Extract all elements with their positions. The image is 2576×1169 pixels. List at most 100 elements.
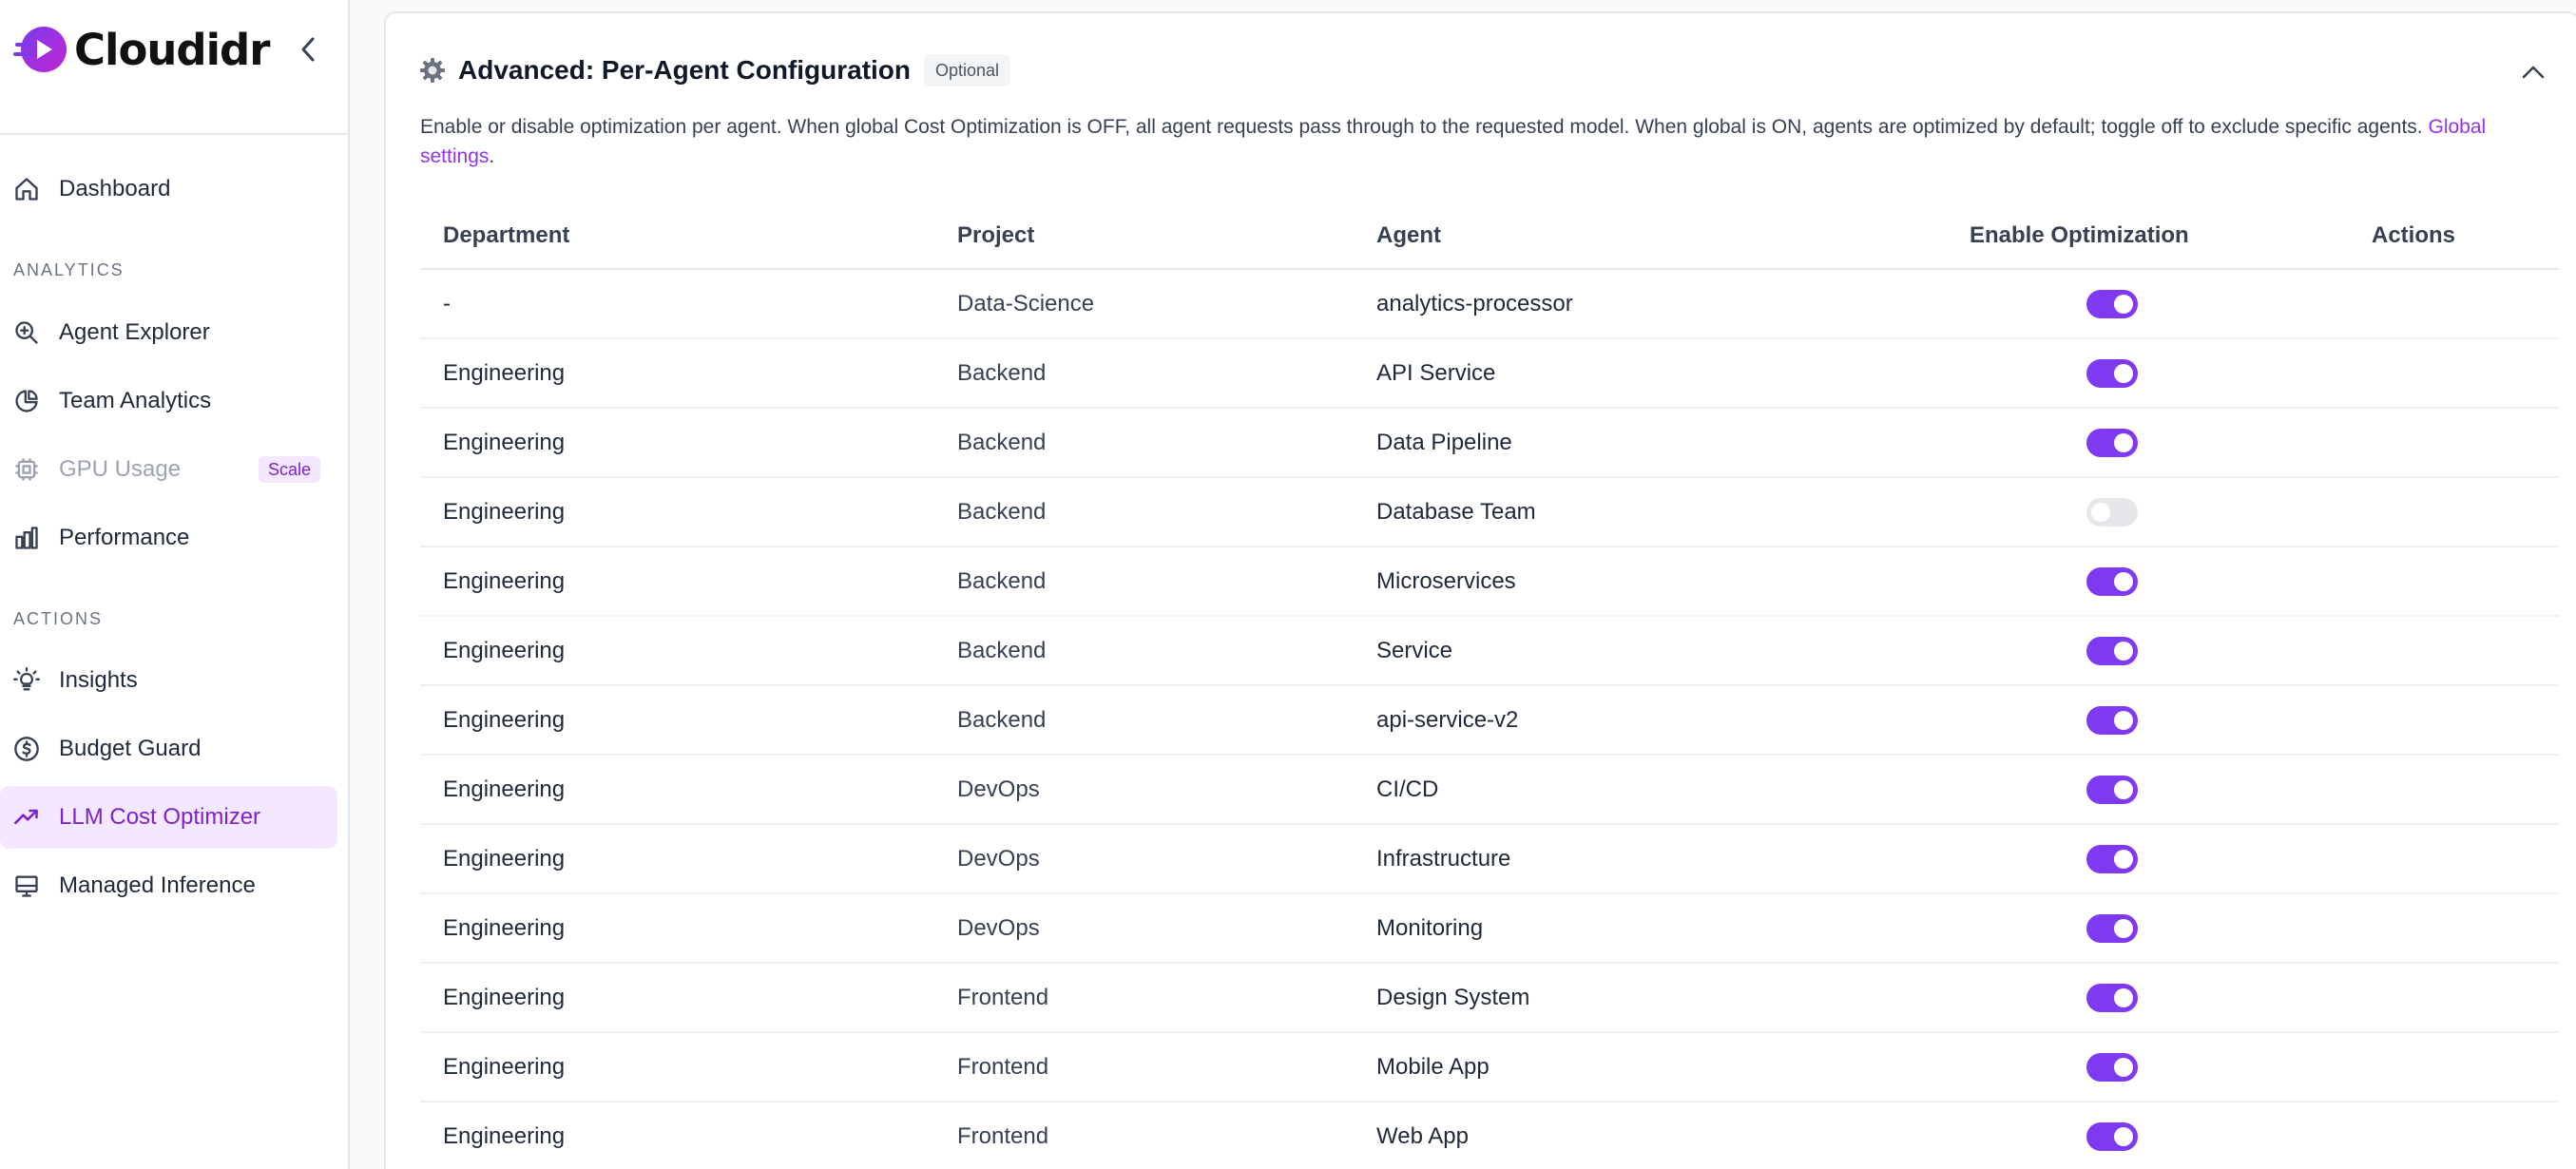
sidebar-item-performance[interactable]: Performance bbox=[0, 507, 337, 569]
enable-optimization-toggle[interactable] bbox=[2086, 914, 2138, 943]
enable-optimization-toggle[interactable] bbox=[2086, 706, 2138, 735]
table-row: - Data-Science analytics-processor bbox=[420, 270, 2559, 339]
divider bbox=[0, 133, 348, 135]
cell-department: Engineering bbox=[443, 430, 566, 455]
enable-optimization-toggle[interactable] bbox=[2086, 776, 2138, 804]
enable-optimization-toggle[interactable] bbox=[2086, 429, 2138, 457]
enable-optimization-toggle[interactable] bbox=[2086, 984, 2138, 1012]
cell-project: DevOps bbox=[957, 846, 1040, 872]
sidebar-item-label: Dashboard bbox=[59, 176, 171, 201]
cell-project: Backend bbox=[957, 499, 1047, 525]
sidebar-item-label: Insights bbox=[59, 667, 138, 693]
table-row: Engineering Backend api-service-v2 bbox=[420, 686, 2559, 756]
sidebar-item-label: Managed Inference bbox=[59, 872, 256, 898]
enable-optimization-toggle[interactable] bbox=[2086, 498, 2138, 527]
cell-department: Engineering bbox=[443, 499, 566, 525]
card-header[interactable]: Advanced: Per-Agent Configuration Option… bbox=[418, 51, 1011, 89]
cell-department: Engineering bbox=[443, 1123, 566, 1149]
section-label-analytics: ANALYTICS bbox=[13, 260, 125, 279]
sidebar-item-managed-inference[interactable]: Managed Inference bbox=[0, 854, 337, 917]
toggle-knob bbox=[2114, 1127, 2133, 1146]
cloudidr-logo-icon bbox=[13, 27, 67, 72]
table-row: Engineering DevOps Monitoring bbox=[420, 894, 2559, 964]
cell-agent: Infrastructure bbox=[1376, 846, 1511, 872]
cell-project: Backend bbox=[957, 360, 1047, 386]
cell-project: Frontend bbox=[957, 1054, 1049, 1080]
cell-project: Backend bbox=[957, 430, 1047, 455]
sidebar-item-label: Team Analytics bbox=[59, 388, 212, 413]
sidebar-item-insights[interactable]: Insights bbox=[0, 649, 337, 712]
cell-project: Frontend bbox=[957, 985, 1049, 1010]
cell-agent: Mobile App bbox=[1376, 1054, 1490, 1080]
enable-optimization-toggle[interactable] bbox=[2086, 1122, 2138, 1151]
sidebar: Cloudidr Dashboard ANALYTICS Agent Explo… bbox=[0, 0, 350, 1169]
table-row: Engineering Backend Data Pipeline bbox=[420, 409, 2559, 478]
sidebar-item-budget-guard[interactable]: Budget Guard bbox=[0, 718, 337, 780]
toggle-knob bbox=[2114, 780, 2133, 799]
sidebar-item-label: Agent Explorer bbox=[59, 319, 210, 345]
column-header-project[interactable]: Project bbox=[957, 222, 1034, 249]
cell-project: Backend bbox=[957, 707, 1047, 733]
cell-project: Frontend bbox=[957, 1123, 1049, 1149]
cell-project: Backend bbox=[957, 638, 1047, 663]
enable-optimization-toggle[interactable] bbox=[2086, 637, 2138, 665]
table-body: - Data-Science analytics-processor Engineer… bbox=[420, 270, 2559, 1169]
toggle-knob bbox=[2114, 433, 2133, 452]
cell-agent: Service bbox=[1376, 638, 1453, 663]
home-icon bbox=[13, 176, 40, 202]
card-title: Advanced: Per-Agent Configuration bbox=[458, 55, 912, 85]
toggle-knob bbox=[2114, 919, 2133, 938]
sidebar-item-team-analytics[interactable]: Team Analytics bbox=[0, 370, 337, 432]
table-row: Engineering DevOps CI/CD bbox=[420, 756, 2559, 825]
enable-optimization-toggle[interactable] bbox=[2086, 845, 2138, 873]
column-header-agent[interactable]: Agent bbox=[1376, 222, 1441, 249]
per-agent-configuration-card: Advanced: Per-Agent Configuration Option… bbox=[384, 11, 2576, 1169]
sidebar-item-llm-cost-optimizer[interactable]: LLM Cost Optimizer bbox=[0, 786, 337, 849]
cell-department: Engineering bbox=[443, 707, 566, 733]
column-header-enable-optimization[interactable]: Enable Optimization bbox=[1970, 222, 2189, 249]
enable-optimization-toggle[interactable] bbox=[2086, 359, 2138, 388]
search-zoom-icon bbox=[13, 319, 40, 346]
sidebar-item-agent-explorer[interactable]: Agent Explorer bbox=[0, 301, 337, 364]
column-header-department[interactable]: Department bbox=[443, 222, 569, 249]
toggle-knob bbox=[2114, 572, 2133, 591]
description-suffix: . bbox=[489, 145, 495, 167]
table-row: Engineering DevOps Infrastructure bbox=[420, 825, 2559, 894]
sidebar-item-gpu-usage[interactable]: GPU Usage Scale bbox=[0, 438, 337, 501]
enable-optimization-toggle[interactable] bbox=[2086, 1053, 2138, 1082]
cell-agent: API Service bbox=[1376, 360, 1496, 386]
sidebar-item-label: Performance bbox=[59, 525, 190, 550]
cell-department: Engineering bbox=[443, 1054, 566, 1080]
table-row: Engineering Backend API Service bbox=[420, 339, 2559, 409]
enable-optimization-toggle[interactable] bbox=[2086, 567, 2138, 596]
collapse-sidebar-button[interactable] bbox=[293, 32, 323, 67]
collapse-section-chevron-up-icon[interactable] bbox=[2517, 61, 2549, 84]
toggle-knob bbox=[2114, 642, 2133, 661]
table-row: Engineering Frontend Web App bbox=[420, 1102, 2559, 1169]
enable-optimization-toggle[interactable] bbox=[2086, 290, 2138, 318]
card-description: Enable or disable optimization per agent… bbox=[420, 112, 2549, 171]
cell-agent: Database Team bbox=[1376, 499, 1536, 525]
lightbulb-icon bbox=[13, 667, 40, 694]
toggle-knob bbox=[2091, 503, 2110, 522]
bar-chart-icon bbox=[13, 525, 40, 551]
description-text: Enable or disable optimization per agent… bbox=[420, 116, 2423, 138]
chevron-left-icon bbox=[301, 37, 315, 62]
monitor-icon bbox=[13, 872, 40, 899]
table-row: Engineering Frontend Design System bbox=[420, 964, 2559, 1033]
cell-agent: analytics-processor bbox=[1376, 291, 1573, 316]
toggle-knob bbox=[2114, 711, 2133, 730]
section-label-actions: ACTIONS bbox=[13, 609, 104, 628]
toggle-knob bbox=[2114, 364, 2133, 383]
dollar-circle-icon bbox=[13, 736, 40, 762]
cell-department: Engineering bbox=[443, 568, 566, 594]
cell-department: Engineering bbox=[443, 638, 566, 663]
cell-project: Data-Science bbox=[957, 291, 1095, 316]
table-header: Department Project Agent Enable Optimiza… bbox=[420, 201, 2559, 270]
brand[interactable]: Cloudidr bbox=[13, 21, 270, 78]
cell-department: Engineering bbox=[443, 846, 566, 872]
table-row: Engineering Backend Service bbox=[420, 617, 2559, 686]
sidebar-item-dashboard[interactable]: Dashboard bbox=[0, 158, 337, 220]
sidebar-item-label: Budget Guard bbox=[59, 736, 202, 761]
cell-department: Engineering bbox=[443, 360, 566, 386]
